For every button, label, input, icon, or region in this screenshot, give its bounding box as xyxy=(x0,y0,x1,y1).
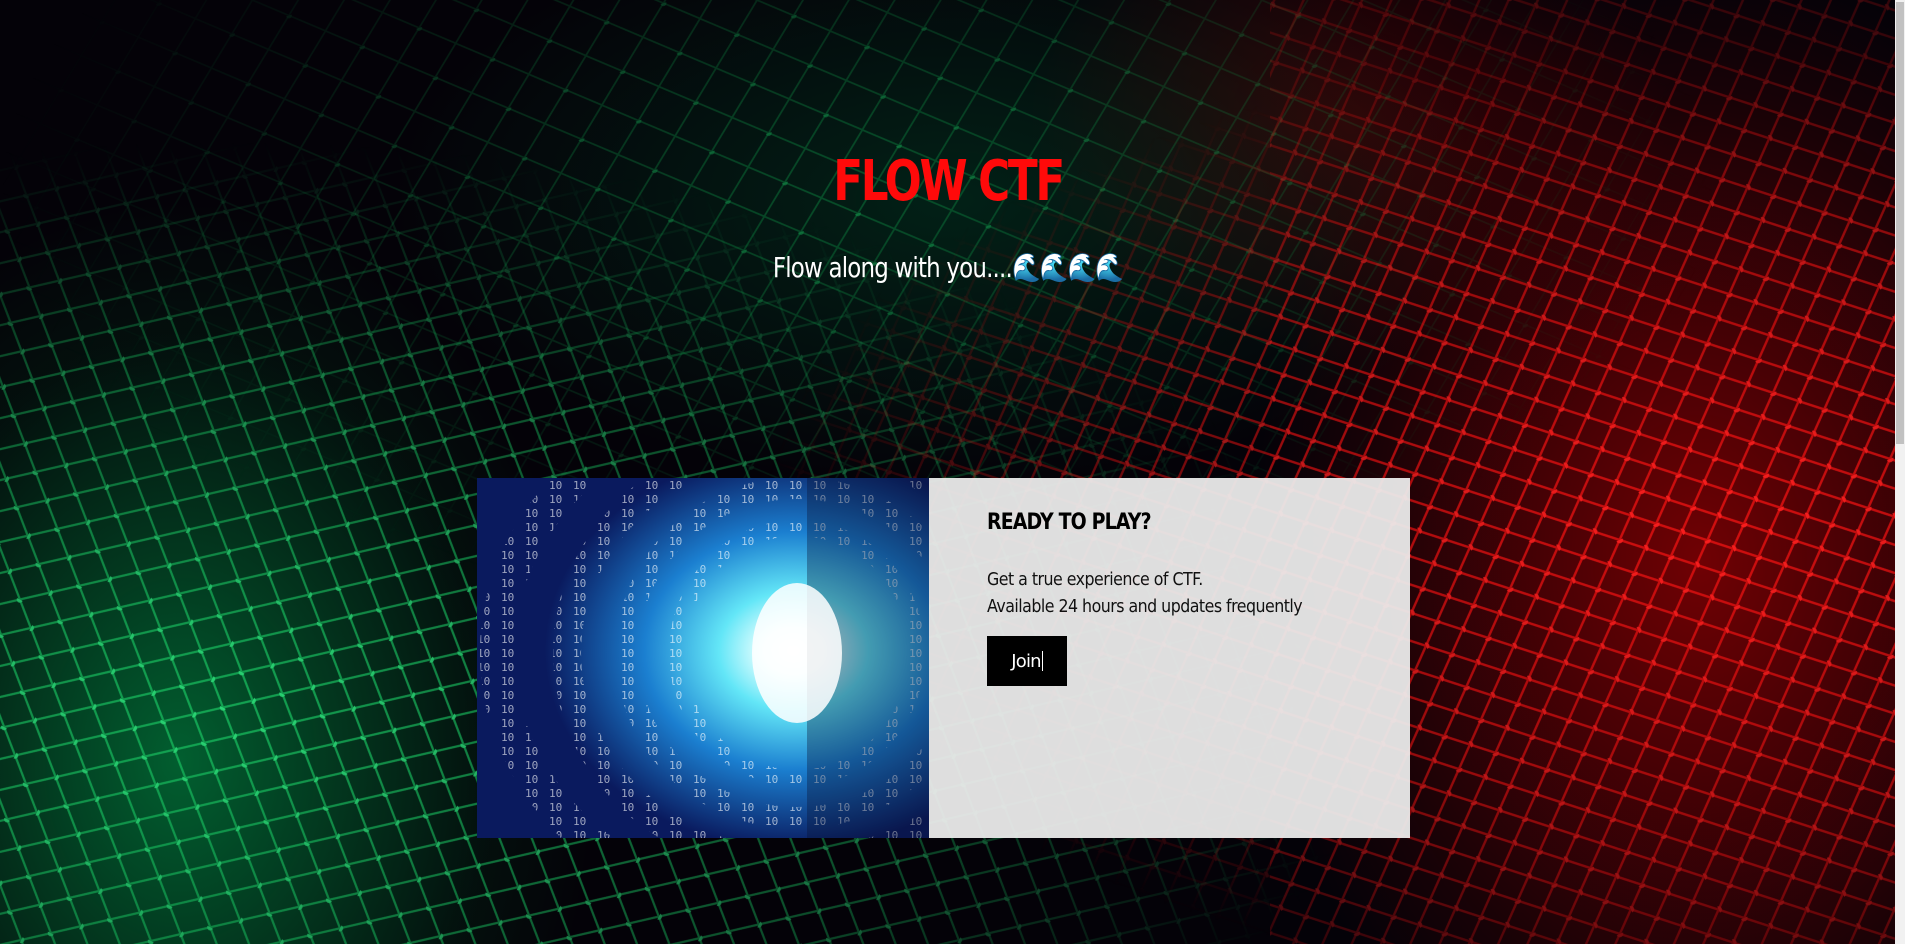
site-tagline: Flow along with you....🌊🌊🌊🌊 xyxy=(772,251,1124,284)
vertical-scrollbar[interactable] xyxy=(1895,0,1905,944)
site-title: FLOW CTF xyxy=(833,149,1065,214)
card-line-2: Available 24 hours and updates frequentl… xyxy=(987,596,1303,617)
join-button[interactable]: Join xyxy=(987,636,1067,686)
card-line-1: Get a true experience of CTF. xyxy=(987,569,1203,590)
ready-to-play-card: 10 READY TO PLAY? Get a true experience … xyxy=(477,478,1410,838)
binary-tunnel-art: 10 xyxy=(477,478,929,838)
join-button-label: Join xyxy=(1011,650,1041,672)
page-background: FLOW CTF Flow along with you....🌊🌊🌊🌊 10 xyxy=(0,0,1905,944)
card-content: READY TO PLAY? Get a true experience of … xyxy=(929,478,1410,838)
scrollbar-thumb[interactable] xyxy=(1896,2,1904,444)
card-heading: READY TO PLAY? xyxy=(987,510,1152,535)
binary-tunnel-image: 10 xyxy=(477,478,929,838)
card-description: Get a true experience of CTF. Available … xyxy=(987,566,1359,620)
text-cursor xyxy=(1041,650,1043,671)
